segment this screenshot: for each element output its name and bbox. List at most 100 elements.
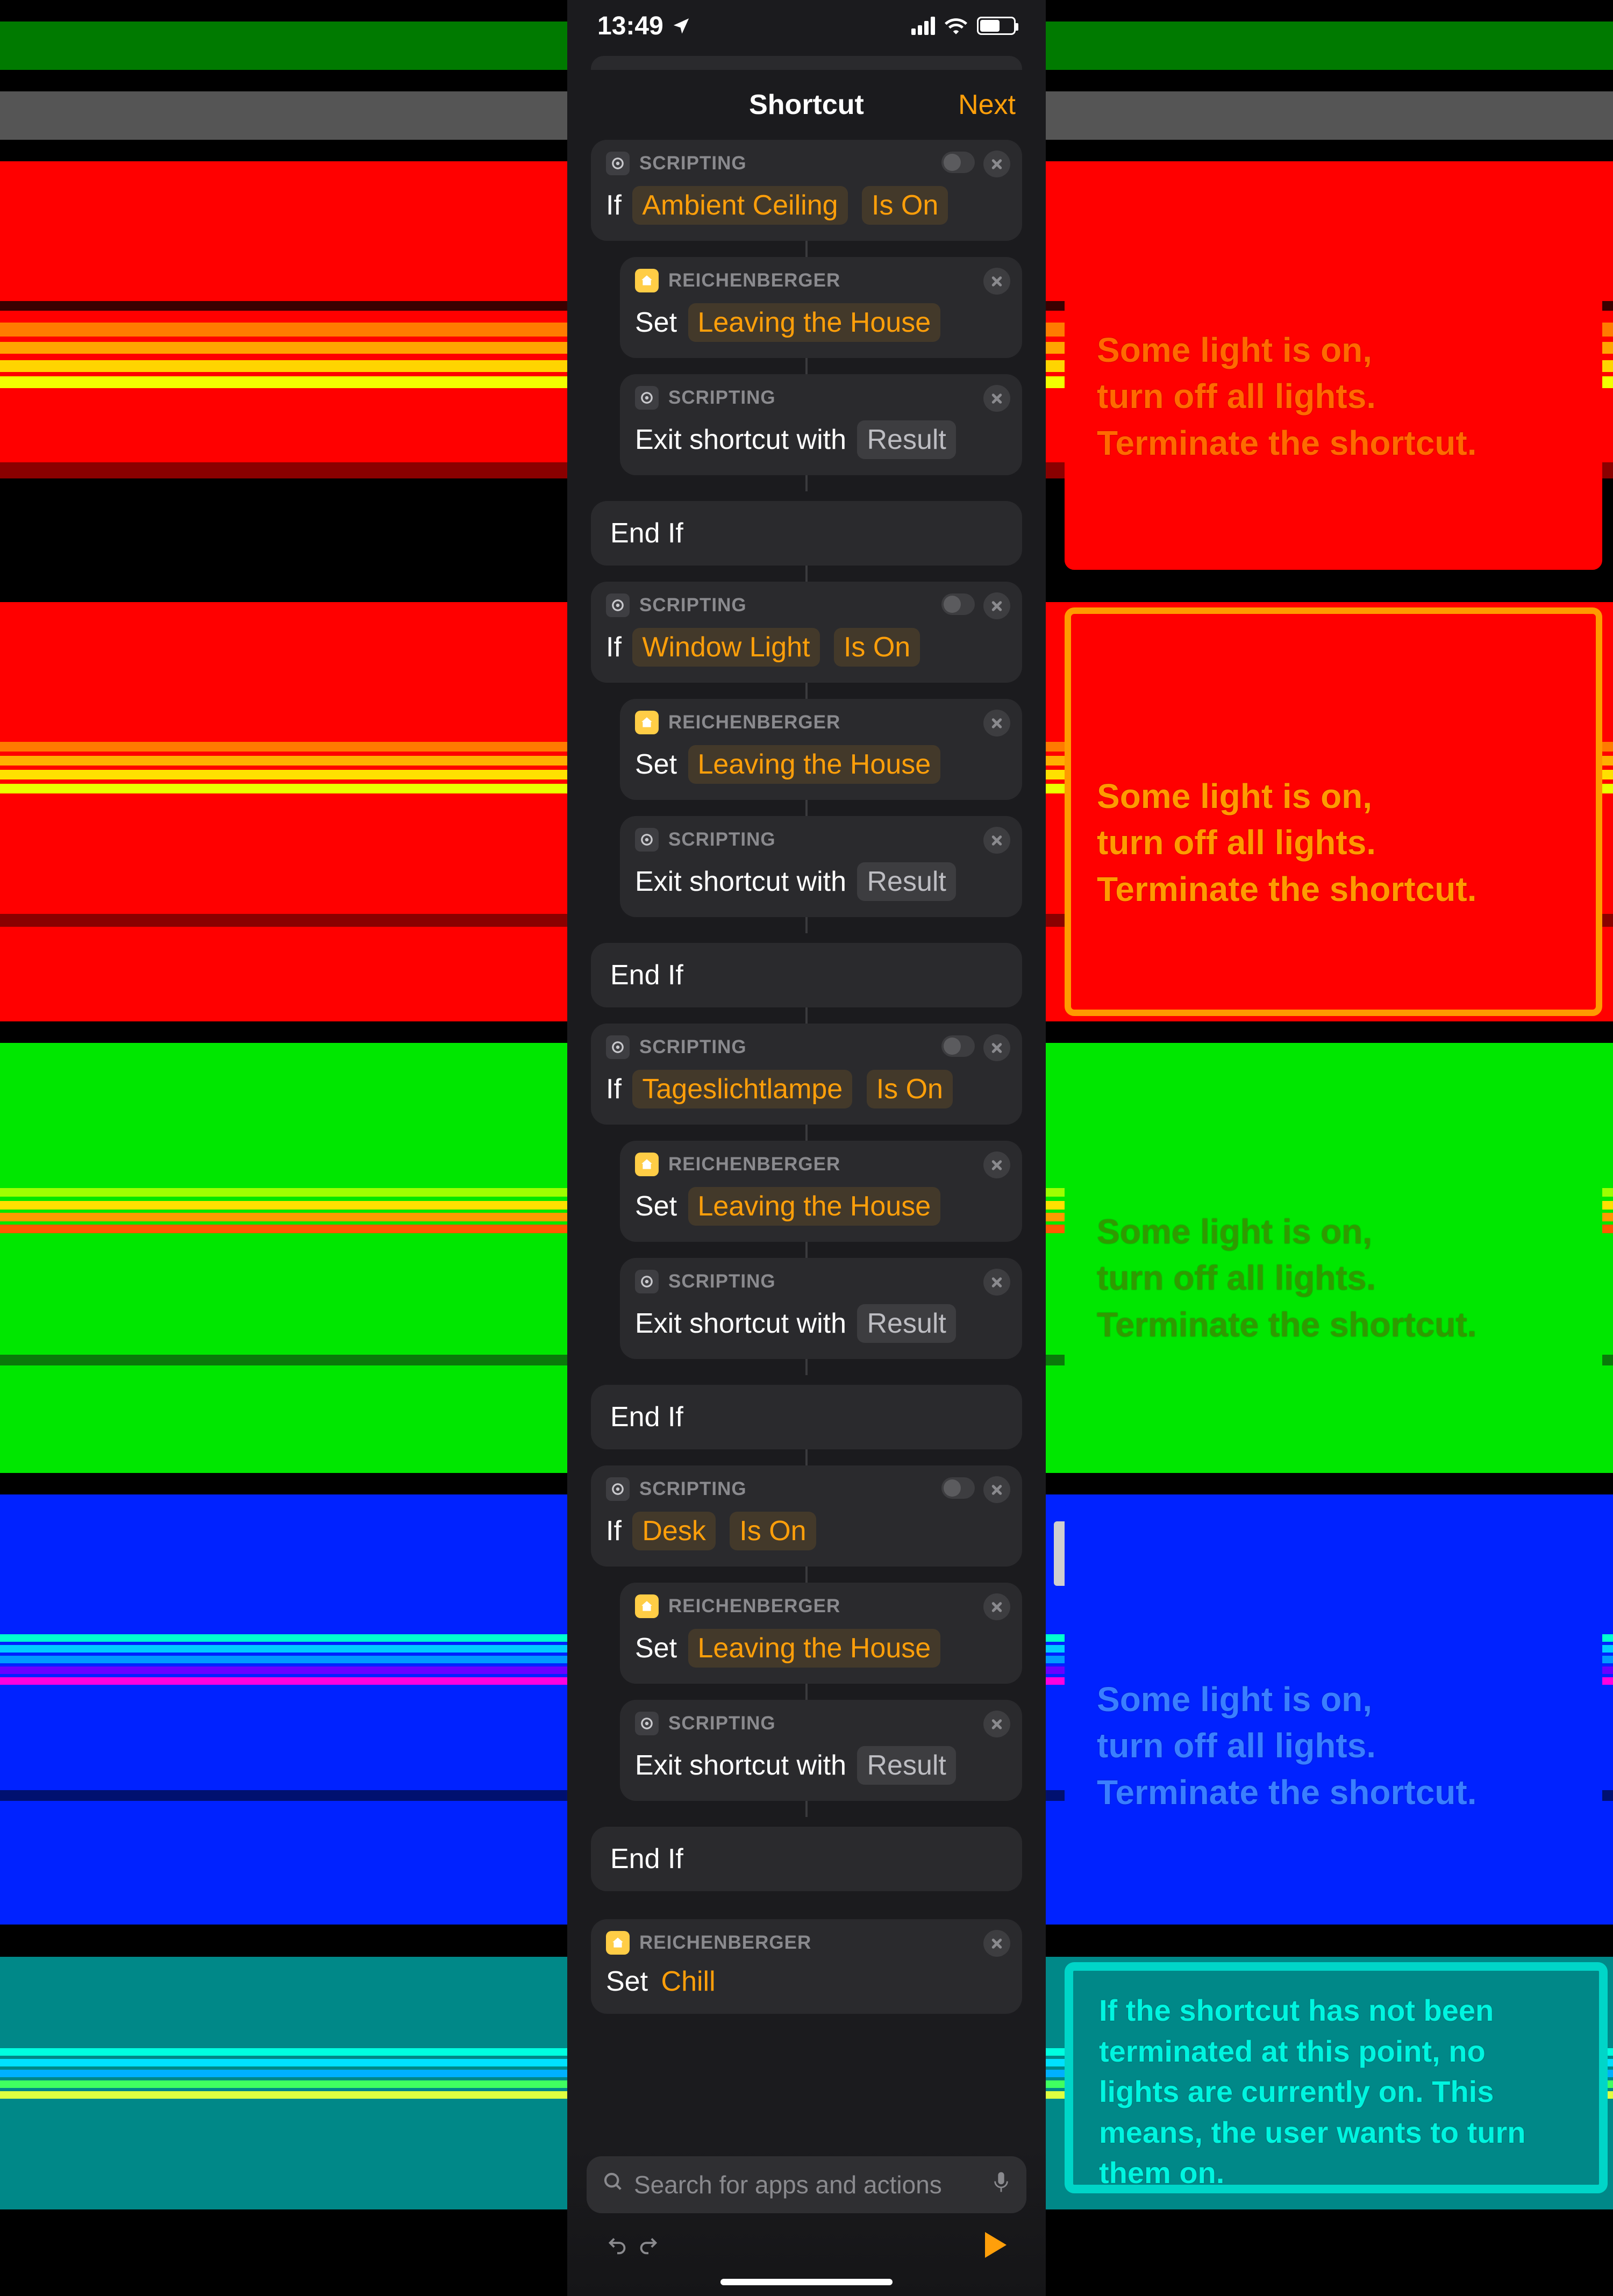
- result-token[interactable]: Result: [857, 420, 955, 459]
- home-icon: [635, 269, 659, 292]
- action-source-label: SCRIPTING: [668, 1713, 776, 1734]
- actions-stack: SCRIPTING If Ambient Ceiling Is On REICH…: [567, 140, 1046, 2164]
- play-icon: [985, 2232, 1007, 2258]
- if-action[interactable]: SCRIPTING If Tageslichtlampe Is On: [591, 1024, 1022, 1125]
- end-if: End If: [591, 943, 1022, 1007]
- scene-token[interactable]: Leaving the House: [688, 1629, 941, 1668]
- if-subject-token[interactable]: Desk: [632, 1512, 715, 1550]
- action-source-label: SCRIPTING: [639, 595, 747, 616]
- connector-line: [805, 1684, 808, 1700]
- exit-text: Exit shortcut with: [635, 1308, 846, 1339]
- exit-text: Exit shortcut with: [635, 866, 846, 897]
- exit-shortcut-action[interactable]: SCRIPTING Exit shortcut with Result: [620, 1700, 1022, 1801]
- connector-line: [805, 1125, 808, 1141]
- if-condition-token[interactable]: Is On: [862, 186, 948, 225]
- collapse-toggle[interactable]: [941, 593, 975, 615]
- if-action[interactable]: SCRIPTING If Desk Is On: [591, 1465, 1022, 1567]
- if-subject-token[interactable]: Ambient Ceiling: [632, 186, 847, 225]
- collapsed-card-sliver: [591, 56, 1022, 70]
- if-keyword: If: [606, 1515, 622, 1547]
- next-button[interactable]: Next: [958, 89, 1016, 121]
- scene-token[interactable]: Leaving the House: [688, 745, 941, 784]
- scene-value[interactable]: Chill: [661, 1966, 716, 1997]
- if-action[interactable]: SCRIPTING If Ambient Ceiling Is On: [591, 140, 1022, 241]
- scripting-icon: [635, 828, 659, 852]
- phone-screen: 13:49 Shortcut Next: [567, 0, 1046, 2296]
- result-token[interactable]: Result: [857, 1746, 955, 1785]
- delete-action-button[interactable]: [983, 1930, 1010, 1957]
- home-icon: [606, 1931, 630, 1955]
- scripting-icon: [635, 1270, 659, 1293]
- set-scene-action[interactable]: REICHENBERGER Set Leaving the House: [620, 699, 1022, 800]
- battery-icon: [977, 17, 1016, 35]
- annotation-3: Some light is on, turn off all lights. T…: [1065, 1054, 1602, 1462]
- redo-button[interactable]: [633, 2229, 664, 2261]
- annotation-4: Some light is on, turn off all lights. T…: [1065, 1500, 1602, 1914]
- delete-action-button[interactable]: [983, 1034, 1010, 1061]
- delete-action-button[interactable]: [983, 1476, 1010, 1503]
- microphone-icon[interactable]: [992, 2170, 1010, 2199]
- set-scene-action[interactable]: REICHENBERGER Set Leaving the House: [620, 1141, 1022, 1242]
- end-if: End If: [591, 1385, 1022, 1449]
- exit-shortcut-action[interactable]: SCRIPTING Exit shortcut with Result: [620, 374, 1022, 475]
- if-subject-token[interactable]: Tageslichtlampe: [632, 1070, 852, 1108]
- if-condition-token[interactable]: Is On: [867, 1070, 953, 1108]
- if-keyword: If: [606, 632, 622, 663]
- status-bar: 13:49: [567, 0, 1046, 52]
- exit-text: Exit shortcut with: [635, 424, 846, 455]
- set-scene-action[interactable]: REICHENBERGER Set Leaving the House: [620, 257, 1022, 358]
- connector-line: [805, 1242, 808, 1258]
- delete-action-button[interactable]: [983, 1593, 1010, 1620]
- delete-action-button[interactable]: [983, 385, 1010, 412]
- header-title: Shortcut: [749, 89, 864, 121]
- connector-line: [805, 566, 808, 582]
- search-placeholder: Search for apps and actions: [634, 2170, 982, 2199]
- set-scene-action[interactable]: REICHENBERGER Set Leaving the House: [620, 1583, 1022, 1684]
- scene-token[interactable]: Leaving the House: [688, 1187, 941, 1226]
- annotation-1: Some light is on, turn off all lights. T…: [1065, 161, 1602, 570]
- collapse-toggle[interactable]: [941, 1035, 975, 1057]
- set-keyword: Set: [635, 1191, 677, 1222]
- if-group: SCRIPTING If Ambient Ceiling Is On REICH…: [591, 140, 1022, 566]
- exit-shortcut-action[interactable]: SCRIPTING Exit shortcut with Result: [620, 1258, 1022, 1359]
- result-token[interactable]: Result: [857, 862, 955, 901]
- if-condition-token[interactable]: Is On: [730, 1512, 816, 1550]
- set-scene-action-final[interactable]: REICHENBERGER Set Chill: [591, 1919, 1022, 2014]
- action-source-label: REICHENBERGER: [639, 1932, 811, 1954]
- undo-button[interactable]: [602, 2229, 633, 2261]
- scripting-icon: [606, 1477, 630, 1501]
- delete-action-button[interactable]: [983, 710, 1010, 736]
- if-subject-token[interactable]: Window Light: [632, 628, 819, 667]
- scene-token[interactable]: Leaving the House: [688, 303, 941, 342]
- if-condition-token[interactable]: Is On: [834, 628, 920, 667]
- run-button[interactable]: [980, 2229, 1011, 2261]
- if-group: SCRIPTING If Tageslichtlampe Is On REICH…: [591, 1024, 1022, 1449]
- delete-action-button[interactable]: [983, 1151, 1010, 1178]
- if-keyword: If: [606, 1074, 622, 1105]
- delete-action-button[interactable]: [983, 592, 1010, 619]
- connector-line: [805, 1359, 808, 1375]
- connector-line: [805, 917, 808, 933]
- collapse-toggle[interactable]: [941, 152, 975, 173]
- set-keyword: Set: [635, 307, 677, 338]
- annotation-2: Some light is on, turn off all lights. T…: [1065, 607, 1602, 1016]
- action-search[interactable]: Search for apps and actions: [587, 2156, 1026, 2213]
- action-source-label: REICHENBERGER: [668, 270, 840, 291]
- search-icon: [603, 2171, 624, 2199]
- cellular-icon: [911, 17, 935, 35]
- scripting-icon: [606, 593, 630, 617]
- action-source-label: REICHENBERGER: [668, 712, 840, 733]
- delete-action-button[interactable]: [983, 1711, 1010, 1737]
- delete-action-button[interactable]: [983, 151, 1010, 177]
- if-keyword: If: [606, 190, 622, 221]
- delete-action-button[interactable]: [983, 1269, 1010, 1296]
- exit-shortcut-action[interactable]: SCRIPTING Exit shortcut with Result: [620, 816, 1022, 917]
- delete-action-button[interactable]: [983, 268, 1010, 295]
- connector-line: [805, 1007, 808, 1024]
- collapse-toggle[interactable]: [941, 1477, 975, 1499]
- delete-action-button[interactable]: [983, 827, 1010, 854]
- if-action[interactable]: SCRIPTING If Window Light Is On: [591, 582, 1022, 683]
- home-icon: [635, 1594, 659, 1618]
- result-token[interactable]: Result: [857, 1304, 955, 1343]
- editor-header: Shortcut Next: [567, 70, 1046, 140]
